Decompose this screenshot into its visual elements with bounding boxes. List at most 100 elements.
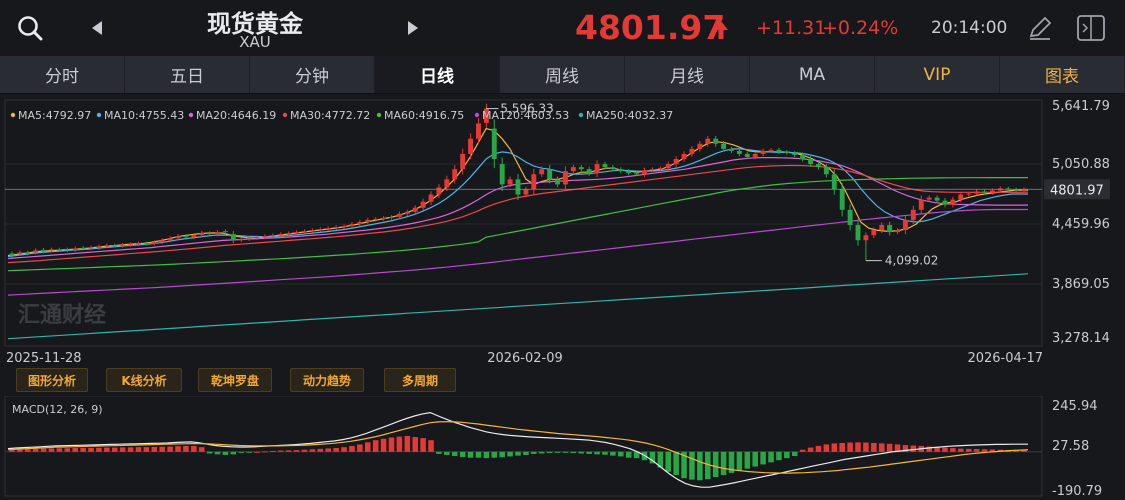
macd-hist-bar	[127, 447, 134, 452]
candle-body	[381, 217, 387, 219]
macd-hist-bar	[815, 445, 822, 452]
tab-daily[interactable]: 日线	[375, 56, 500, 93]
candle-body	[934, 197, 940, 201]
next-arrow-icon[interactable]	[406, 20, 420, 36]
x-tick-label: 2026-02-09	[487, 351, 563, 366]
watermark-text: 汇通财经	[18, 302, 106, 328]
landscape-toggle-icon[interactable]	[1076, 13, 1106, 43]
candle-body	[966, 193, 972, 195]
candle-body	[222, 231, 228, 233]
candle-body	[863, 235, 869, 241]
candle-body	[404, 211, 410, 214]
macd-chart[interactable]: MACD(12, 26, 9) 245.94 27.58 -190.79	[0, 396, 1125, 500]
candle-body	[855, 225, 861, 241]
macd-hist-bar	[562, 451, 569, 453]
y-tick-label: 4,459.96	[1052, 217, 1110, 232]
macd-hist-bar	[712, 451, 719, 478]
macd-hist-bar	[760, 451, 766, 465]
macd-hist-bar	[451, 451, 458, 457]
candle-body	[634, 173, 640, 175]
candle-body	[460, 153, 466, 170]
candle-body	[143, 243, 149, 245]
macd-hist-bar	[25, 449, 31, 452]
candle-body	[642, 170, 647, 175]
macd-hist-bar	[206, 451, 213, 454]
candle-body	[436, 187, 442, 195]
macd-hist-bar	[444, 451, 450, 455]
tab-minute[interactable]: 分钟	[250, 56, 375, 93]
candle-body	[420, 201, 426, 208]
candle-body	[673, 159, 679, 165]
tab-chart[interactable]: 图表	[1000, 56, 1125, 93]
candle-body	[325, 228, 331, 230]
tool-momentum-trend[interactable]: 动力趋势	[290, 368, 364, 392]
candle-body	[602, 164, 608, 168]
macd-hist-bar	[720, 451, 727, 475]
candle-body	[736, 150, 742, 154]
macd-hist-bar	[380, 438, 387, 452]
macd-hist-bar	[499, 451, 505, 458]
candle-body	[215, 232, 220, 235]
candle-body	[974, 191, 980, 194]
tab-five-day[interactable]: 五日	[125, 56, 250, 93]
macd-hist-bar	[214, 451, 221, 455]
macd-hist-bar	[625, 451, 632, 458]
macd-hist-bar	[665, 451, 671, 472]
candle-body	[744, 153, 750, 157]
candle-body	[847, 209, 853, 226]
candle-body	[341, 226, 347, 228]
current-price: 4801.97	[575, 8, 726, 47]
search-icon[interactable]	[16, 14, 44, 42]
x-tick-label: 2026-04-17	[967, 351, 1043, 366]
macd-hist-bar	[246, 451, 252, 453]
macd-hist-bar	[175, 446, 181, 452]
candle-body	[302, 231, 307, 233]
macd-hist-bar	[744, 451, 751, 469]
candle-body	[950, 199, 956, 205]
legend-dot	[474, 112, 480, 118]
macd-hist-bar	[467, 451, 474, 458]
macd-hist-bar	[950, 448, 956, 452]
candle-body	[768, 149, 774, 151]
ma-legend-0: MA5:4792.97	[18, 109, 91, 122]
tool-kline-analysis[interactable]: K线分析	[106, 368, 182, 392]
candle-body	[238, 239, 244, 241]
tab-intraday[interactable]: 分时	[0, 56, 125, 93]
candle-body	[452, 169, 458, 180]
draw-pen-icon[interactable]	[1026, 14, 1054, 42]
macd-hist-bar	[278, 450, 284, 452]
candlestick-chart[interactable]: 汇通财经 5,596.334,099.024801.97 MA5:4792.97…	[0, 94, 1125, 366]
macd-hist-bar	[586, 451, 592, 454]
tool-pattern-analysis[interactable]: 图形分析	[16, 368, 88, 392]
tab-weekly[interactable]: 周线	[500, 56, 625, 93]
candle-body	[871, 230, 877, 236]
ma-line-ma120	[7, 208, 1028, 296]
instrument-symbol: XAU	[239, 33, 271, 51]
tab-vip[interactable]: VIP	[875, 56, 1000, 93]
macd-hist-bar	[981, 449, 988, 452]
macd-hist-bar	[546, 451, 553, 454]
candle-body	[562, 171, 568, 185]
macd-hist-bar	[570, 451, 577, 454]
macd-hist-bar	[483, 451, 490, 459]
tab-monthly[interactable]: 月线	[625, 56, 750, 93]
macd-hist-bar	[183, 445, 189, 452]
candle-body	[610, 167, 616, 170]
candle-body	[760, 150, 766, 154]
tool-compass[interactable]: 乾坤罗盘	[198, 368, 272, 392]
candle-body	[120, 244, 126, 246]
candle-body	[199, 233, 205, 236]
macd-hist-bar	[839, 442, 845, 452]
macd-hist-bar	[48, 448, 55, 452]
candle-body	[879, 225, 885, 231]
macd-hist-bar	[64, 448, 71, 452]
tool-multi-period[interactable]: 多周期	[384, 368, 456, 392]
prev-arrow-icon[interactable]	[90, 20, 104, 36]
candle-body	[839, 189, 845, 210]
legend-dot	[578, 112, 584, 118]
candle-body	[104, 245, 110, 247]
y-tick-label: 3,869.05	[1052, 277, 1110, 292]
macd-hist-bar	[863, 442, 869, 452]
tab-ma[interactable]: MA	[750, 56, 875, 93]
macd-hist-bar	[736, 451, 743, 471]
